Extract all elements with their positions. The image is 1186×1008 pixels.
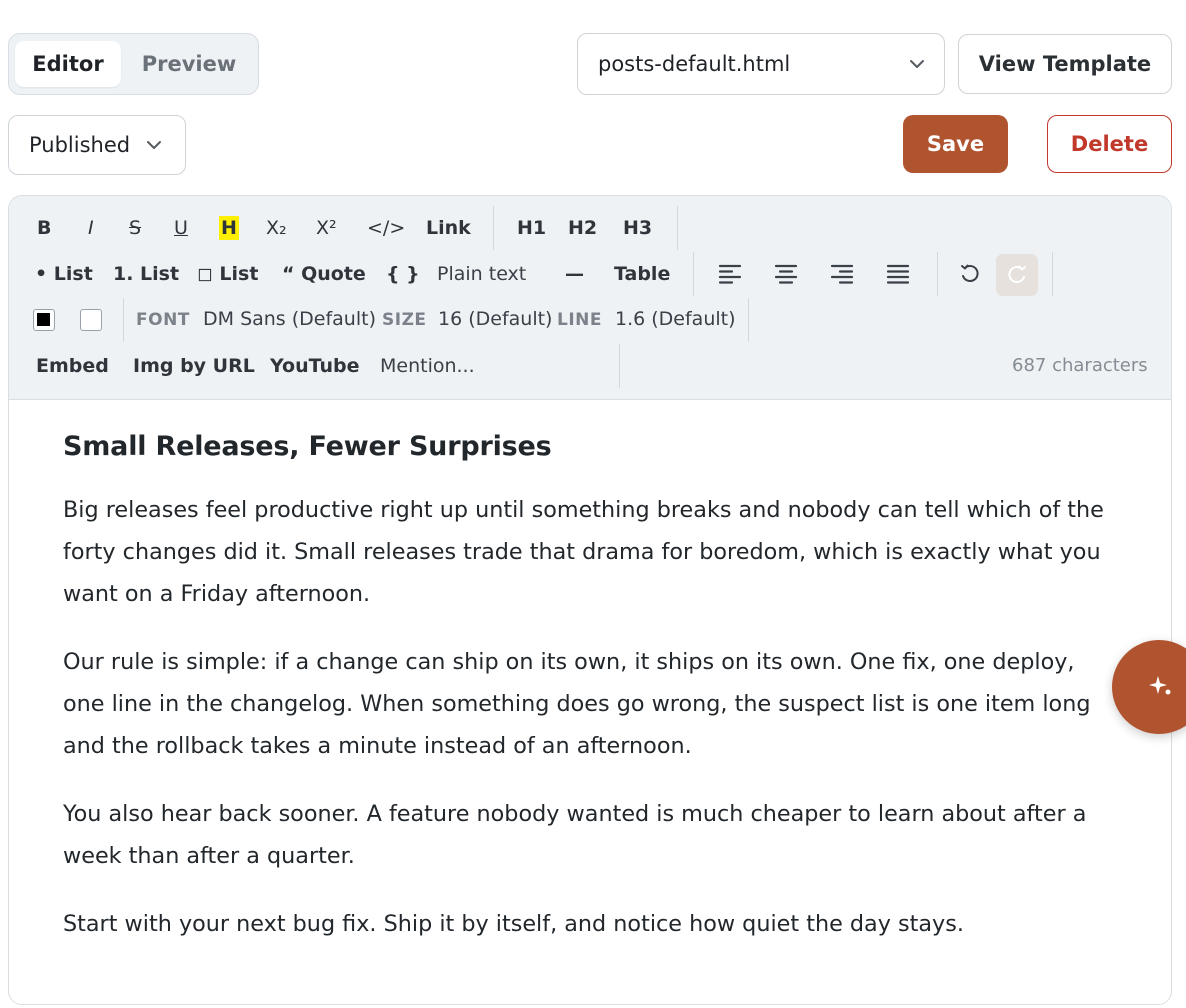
bold-button[interactable]: B	[37, 216, 51, 240]
highlight-button[interactable]: H	[219, 216, 239, 240]
subscript-button[interactable]: X₂	[266, 216, 287, 240]
toolbar-divider	[1052, 252, 1053, 296]
align-left-icon[interactable]	[718, 263, 742, 285]
paragraph: Start with your next bug fix. Ship it by…	[63, 911, 964, 937]
rich-text-editor: B I S U H X₂ X² </> Link H1 H2 H3 • List…	[8, 195, 1172, 1005]
toolbar-divider	[748, 298, 749, 342]
font-label: FONT	[136, 310, 190, 330]
chevron-down-icon	[910, 60, 924, 68]
quote-button[interactable]: “ Quote	[282, 262, 366, 286]
strikethrough-button[interactable]: S	[129, 216, 141, 240]
bullet-list-button[interactable]: • List	[35, 262, 93, 286]
h1-button[interactable]: H1	[517, 216, 546, 240]
align-right-icon[interactable]	[830, 263, 854, 285]
mention-button[interactable]: Mention...	[380, 354, 475, 378]
undo-icon[interactable]	[959, 263, 981, 285]
character-count: 687 characters	[1012, 355, 1148, 376]
paragraph: Big releases feel productive right up un…	[63, 497, 1104, 607]
table-button[interactable]: Table	[614, 262, 670, 286]
h2-button[interactable]: H2	[568, 216, 597, 240]
numbered-list-button[interactable]: 1. List	[113, 262, 179, 286]
chevron-down-icon	[147, 141, 161, 149]
underline-button[interactable]: U	[174, 216, 188, 240]
toolbar-divider	[693, 252, 694, 296]
plain-text-button[interactable]: Plain text	[437, 262, 526, 286]
inline-code-button[interactable]: </>	[367, 216, 405, 240]
tab-preview[interactable]: Preview	[133, 41, 245, 87]
italic-button[interactable]: I	[88, 216, 94, 240]
status-select[interactable]: Published	[8, 115, 186, 175]
paragraph: Our rule is simple: if a change can ship…	[63, 649, 1091, 759]
post-title: Small Releases, Fewer Surprises	[63, 431, 552, 462]
link-button[interactable]: Link	[426, 216, 471, 240]
toolbar-divider	[493, 206, 494, 250]
toolbar-divider	[619, 344, 620, 388]
font-family-select[interactable]: DM Sans (Default)	[203, 308, 376, 330]
status-select-value: Published	[29, 133, 131, 157]
embed-button[interactable]: Embed	[36, 354, 109, 378]
toolbar-divider	[937, 252, 938, 296]
view-template-button[interactable]: View Template	[958, 34, 1172, 94]
toolbar-divider	[123, 298, 124, 342]
text-color-swatch[interactable]	[33, 309, 55, 331]
h3-button[interactable]: H3	[623, 216, 652, 240]
redo-icon	[1008, 265, 1026, 284]
toolbar-divider	[677, 206, 678, 250]
mode-switcher: Editor Preview	[8, 33, 259, 95]
paragraph: You also hear back sooner. A feature nob…	[63, 801, 1087, 869]
align-center-icon[interactable]	[774, 263, 798, 285]
background-color-swatch[interactable]	[80, 309, 102, 331]
superscript-button[interactable]: X²	[316, 216, 337, 240]
line-height-select[interactable]: 1.6 (Default)	[615, 308, 736, 330]
code-block-button[interactable]: { }	[386, 262, 420, 286]
delete-button[interactable]: Delete	[1047, 115, 1172, 173]
template-select[interactable]: posts-default.html	[577, 33, 945, 95]
horizontal-rule-button[interactable]: —	[565, 262, 584, 286]
tab-editor[interactable]: Editor	[15, 41, 121, 87]
checklist-button[interactable]: ◻ List	[197, 262, 258, 286]
youtube-button[interactable]: YouTube	[270, 354, 359, 378]
save-button[interactable]: Save	[903, 115, 1008, 173]
sparkle-icon	[1149, 676, 1171, 695]
editor-content[interactable]: Small Releases, Fewer Surprises Big rele…	[63, 431, 1123, 971]
size-label: SIZE	[382, 310, 427, 330]
editor-toolbar: B I S U H X₂ X² </> Link H1 H2 H3 • List…	[9, 196, 1171, 400]
template-select-value: posts-default.html	[598, 52, 791, 76]
font-size-select[interactable]: 16 (Default)	[438, 308, 552, 330]
redo-button[interactable]	[996, 254, 1038, 296]
align-justify-icon[interactable]	[886, 263, 910, 285]
image-by-url-button[interactable]: Img by URL	[133, 354, 255, 378]
line-height-label: LINE	[557, 310, 602, 330]
